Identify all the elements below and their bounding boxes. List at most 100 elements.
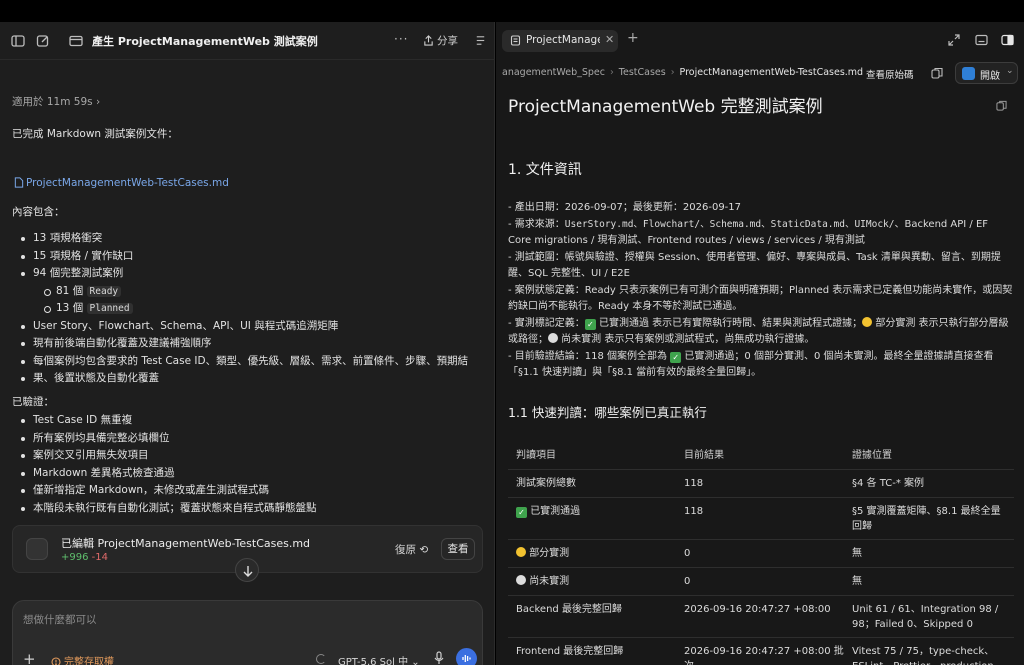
status-code: Ready <box>86 285 122 297</box>
processed-duration[interactable]: 適用於 11m 59s › <box>12 94 100 109</box>
loading-spinner-icon <box>316 654 326 664</box>
content-list: 13 項規格衝突 15 項規格 / 實作缺口 94 個完整測試案例 81 個 R… <box>20 230 468 388</box>
section-heading: 1. 文件資訊 <box>508 162 582 178</box>
table-cell: 尚未實測 <box>516 574 676 589</box>
open-label: 開啟 <box>980 71 1000 82</box>
breadcrumb-separator: › <box>670 67 675 78</box>
list-item: 每個案例均包含要求的 Test Case ID、類型、優先級、層級、需求、前置條… <box>20 353 468 371</box>
tab-label: ProjectManagementWeb <box>526 34 600 46</box>
message-input[interactable] <box>23 611 463 629</box>
table-row: Backend 最後完整回歸 2026-09-16 20:47:27 +08:0… <box>508 596 1014 638</box>
sidebar-toggle-icon[interactable] <box>10 33 26 49</box>
vscode-icon <box>962 67 975 80</box>
view-button[interactable]: 查看 <box>441 538 475 560</box>
chat-pane: 產生 ProjectManagementWeb 測試案例 ··· 分享 適用於 … <box>0 22 495 665</box>
subsection-heading: 1.1 快速判讀：哪些案例已真正執行 <box>508 405 707 420</box>
view-source-button[interactable]: 查看原始碼 <box>866 67 914 81</box>
quick-read-table: 判讀項目 目前結果 證據位置 測試案例總數 118 §4 各 TC-* 案例 ✓… <box>508 442 1014 665</box>
column-header: 目前結果 <box>684 450 724 461</box>
copy-icon[interactable] <box>996 100 1007 111</box>
open-in-editor-button[interactable]: 開啟 ⌄ <box>955 62 1018 84</box>
tab-bar: ProjectManagementWeb ✕ + <box>496 22 1024 60</box>
file-link[interactable]: ProjectManagementWeb-TestCases.md <box>14 177 229 189</box>
column-header: 判讀項目 <box>516 450 556 461</box>
scroll-to-bottom-button[interactable] <box>235 558 259 582</box>
table-cell: 無 <box>852 548 862 559</box>
yellow-circle-icon <box>862 317 873 327</box>
file-link-label: ProjectManagementWeb-TestCases.md <box>26 177 229 189</box>
table-cell: Frontend 最後完整回歸 <box>516 646 624 657</box>
undo-button[interactable]: 復原 ⟲ <box>395 542 428 557</box>
table-cell: ✓ 已實測通過 <box>516 504 676 519</box>
new-tab-button[interactable]: + <box>627 30 639 46</box>
more-options-button[interactable]: ··· <box>394 32 408 46</box>
list-item: 94 個完整測試案例 <box>20 265 468 283</box>
message-composer: + 完整存取權 GPT-5.6 Sol 中 ⌄ <box>12 600 483 665</box>
close-icon[interactable]: ✕ <box>605 33 614 46</box>
panel-toggle-icon[interactable] <box>1001 34 1014 46</box>
info-sources-files: UserStory.md、Flowchart/、Schema.md、Static… <box>564 219 895 230</box>
top-strip <box>0 0 1024 22</box>
list-item: User Story、Flowchart、Schema、API、UI 與程式碼追… <box>20 318 468 336</box>
list-item: 所有案例均具備完整必填欄位 <box>20 430 317 448</box>
table-cell: §4 各 TC-* 案例 <box>852 478 925 489</box>
edited-file-title: 已編輯 ProjectManagementWeb-TestCases.md <box>61 537 311 550</box>
info-execution-definition: - 實測標記定義： ✓ 已實測通過 表示已有實際執行時間、結果與測試程式證據； 部… <box>508 316 1014 348</box>
file-diff-icon <box>26 538 48 560</box>
content-heading: 內容包含： <box>12 206 65 218</box>
voice-mode-button[interactable] <box>456 648 477 665</box>
document-icon <box>14 177 24 188</box>
breadcrumb-current[interactable]: ProjectManagementWeb-TestCases.md <box>680 67 864 78</box>
sub-list-item: 13 個 Planned <box>20 300 468 318</box>
table-header-row: 判讀項目 目前結果 證據位置 <box>508 442 1014 470</box>
access-mode-label: 完整存取權 <box>64 657 114 665</box>
sub-list-item: 81 個 Ready <box>20 283 468 301</box>
chat-header: 產生 ProjectManagementWeb 測試案例 ··· 分享 <box>0 22 495 60</box>
tab-document[interactable]: ProjectManagementWeb ✕ <box>502 30 618 52</box>
table-row: 尚未實測 0 無 <box>508 568 1014 596</box>
breadcrumb-item[interactable]: TestCases <box>619 67 666 78</box>
undo-icon: ⟲ <box>419 544 429 556</box>
access-mode-button[interactable]: 完整存取權 <box>51 653 114 665</box>
list-item: 案例交叉引用無失效項目 <box>20 447 317 465</box>
chat-title: 產生 ProjectManagementWeb 測試案例 <box>92 35 318 48</box>
split-view-icon[interactable] <box>474 34 487 47</box>
table-cell: Vitest 75 / 75，type-check、ESLint、Prettie… <box>852 646 995 665</box>
table-cell: 測試案例總數 <box>516 478 576 489</box>
table-cell: Unit 61 / 61、Integration 98 / 98；Failed … <box>852 604 999 630</box>
share-button[interactable]: 分享 <box>423 33 458 48</box>
microphone-icon[interactable] <box>433 651 445 665</box>
table-cell: 118 <box>684 506 704 517</box>
markdown-preview: ProjectManagementWeb 完整測試案例 1. 文件資訊 - 產出… <box>496 88 1024 665</box>
list-item: Test Case ID 無重複 <box>20 412 317 430</box>
white-circle-icon <box>516 575 526 585</box>
exec-passed-text: 已實測通過 表示已有實際執行時間、結果與測試程式證據； <box>595 318 863 329</box>
table-cell: 2026-09-16 20:47:27 +08:00 批次 <box>684 646 844 665</box>
status-code: Planned <box>86 303 133 314</box>
add-attachment-button[interactable]: + <box>23 650 36 665</box>
yellow-circle-icon <box>516 547 526 557</box>
check-icon: ✓ <box>670 352 682 363</box>
table-cell: 2026-09-16 20:47:27 +08:00 <box>684 604 831 615</box>
cell-label: 尚未實測 <box>529 576 570 587</box>
document-icon <box>510 35 521 46</box>
chevron-down-icon: ⌄ <box>1006 66 1014 76</box>
table-cell: 無 <box>852 576 862 587</box>
terminal-icon[interactable] <box>975 34 988 46</box>
table-row: Frontend 最後完整回歸 2026-09-16 20:47:27 +08:… <box>508 638 1014 665</box>
info-status-definition: - 案例狀態定義：Ready 只表示案例已有可測介面與明確預期；Planned … <box>508 285 1013 312</box>
model-selector[interactable]: GPT-5.6 Sol 中 ⌄ <box>338 653 420 665</box>
verified-heading: 已驗證： <box>12 396 54 408</box>
copy-icon[interactable] <box>931 67 943 79</box>
list-item: Markdown 差異格式檢查通過 <box>20 465 317 483</box>
processed-label: 適用於 11m 59s <box>12 96 93 108</box>
expand-icon[interactable] <box>948 34 960 46</box>
info-date: - 產出日期：2026-09-07；最後更新：2026-09-17 <box>508 202 742 213</box>
sub-item-prefix: 81 個 <box>56 284 84 297</box>
share-icon <box>424 35 433 46</box>
table-cell: 部分實測 <box>516 546 676 561</box>
lines-removed: -14 <box>91 552 108 563</box>
new-chat-icon[interactable] <box>35 33 51 49</box>
sub-item-prefix: 13 個 <box>56 302 84 314</box>
breadcrumb-item[interactable]: anagementWeb_Spec <box>502 67 605 78</box>
